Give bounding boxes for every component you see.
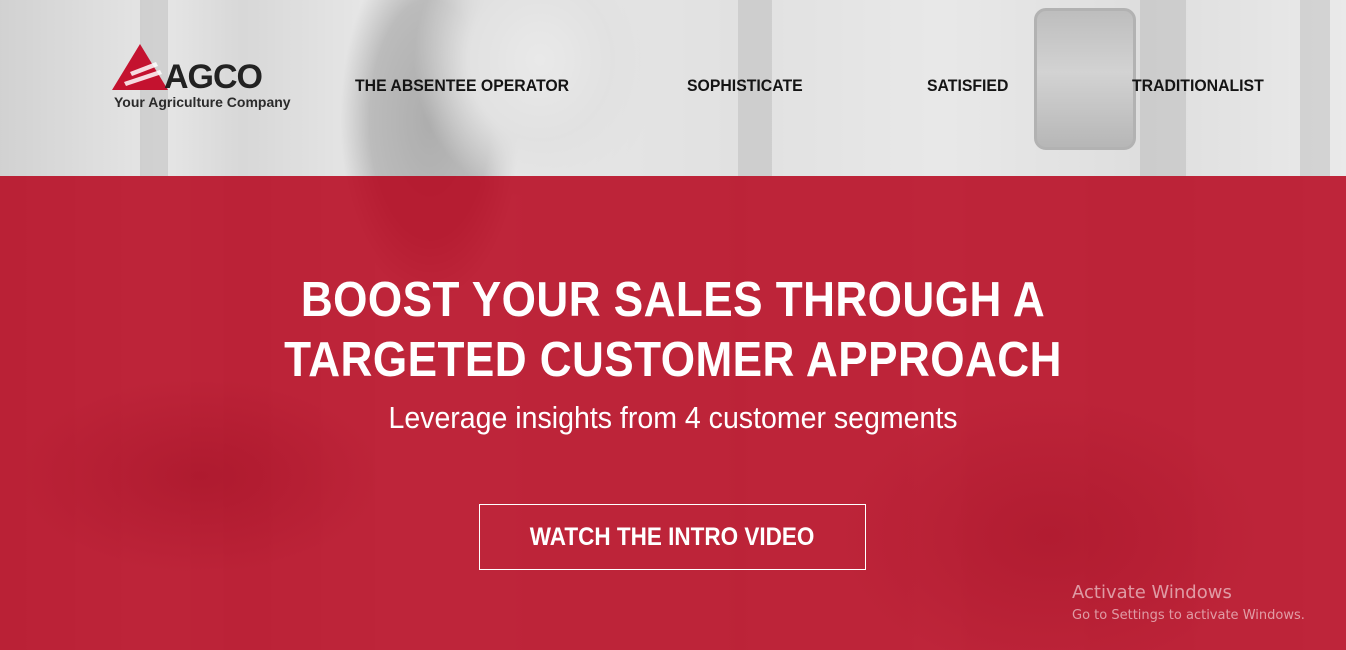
nav-item-absentee-operator[interactable]: THE ABSENTEE OPERATOR: [355, 76, 569, 96]
watch-intro-video-button[interactable]: WATCH THE INTRO VIDEO: [479, 504, 866, 570]
hero-title: BOOST YOUR SALES THROUGH A TARGETED CUST…: [173, 270, 1173, 390]
nav-item-satisfied[interactable]: SATISFIED: [927, 76, 1008, 96]
activate-windows-watermark: Activate Windows Go to Settings to activ…: [1072, 582, 1305, 626]
watch-intro-video-label: WATCH THE INTRO VIDEO: [530, 522, 815, 551]
hero-title-line-2: TARGETED CUSTOMER APPROACH: [284, 333, 1062, 387]
logo-tagline: Your Agriculture Company: [114, 94, 291, 110]
landing-page: AGCO Your Agriculture Company THE ABSENT…: [0, 0, 1346, 650]
agco-triangle-icon: [112, 44, 168, 90]
watermark-title: Activate Windows: [1072, 582, 1232, 603]
nav-item-sophisticate[interactable]: SOPHISTICATE: [687, 76, 803, 96]
hero-title-line-1: BOOST YOUR SALES THROUGH A: [300, 273, 1046, 327]
agco-logo[interactable]: AGCO Your Agriculture Company: [110, 42, 310, 114]
watermark-subtitle: Go to Settings to activate Windows.: [1072, 608, 1305, 623]
logo-wordmark: AGCO: [164, 58, 263, 96]
nav-item-traditionalist[interactable]: TRADITIONALIST: [1132, 76, 1264, 96]
hero-subtitle: Leverage insights from 4 customer segmen…: [388, 400, 958, 435]
